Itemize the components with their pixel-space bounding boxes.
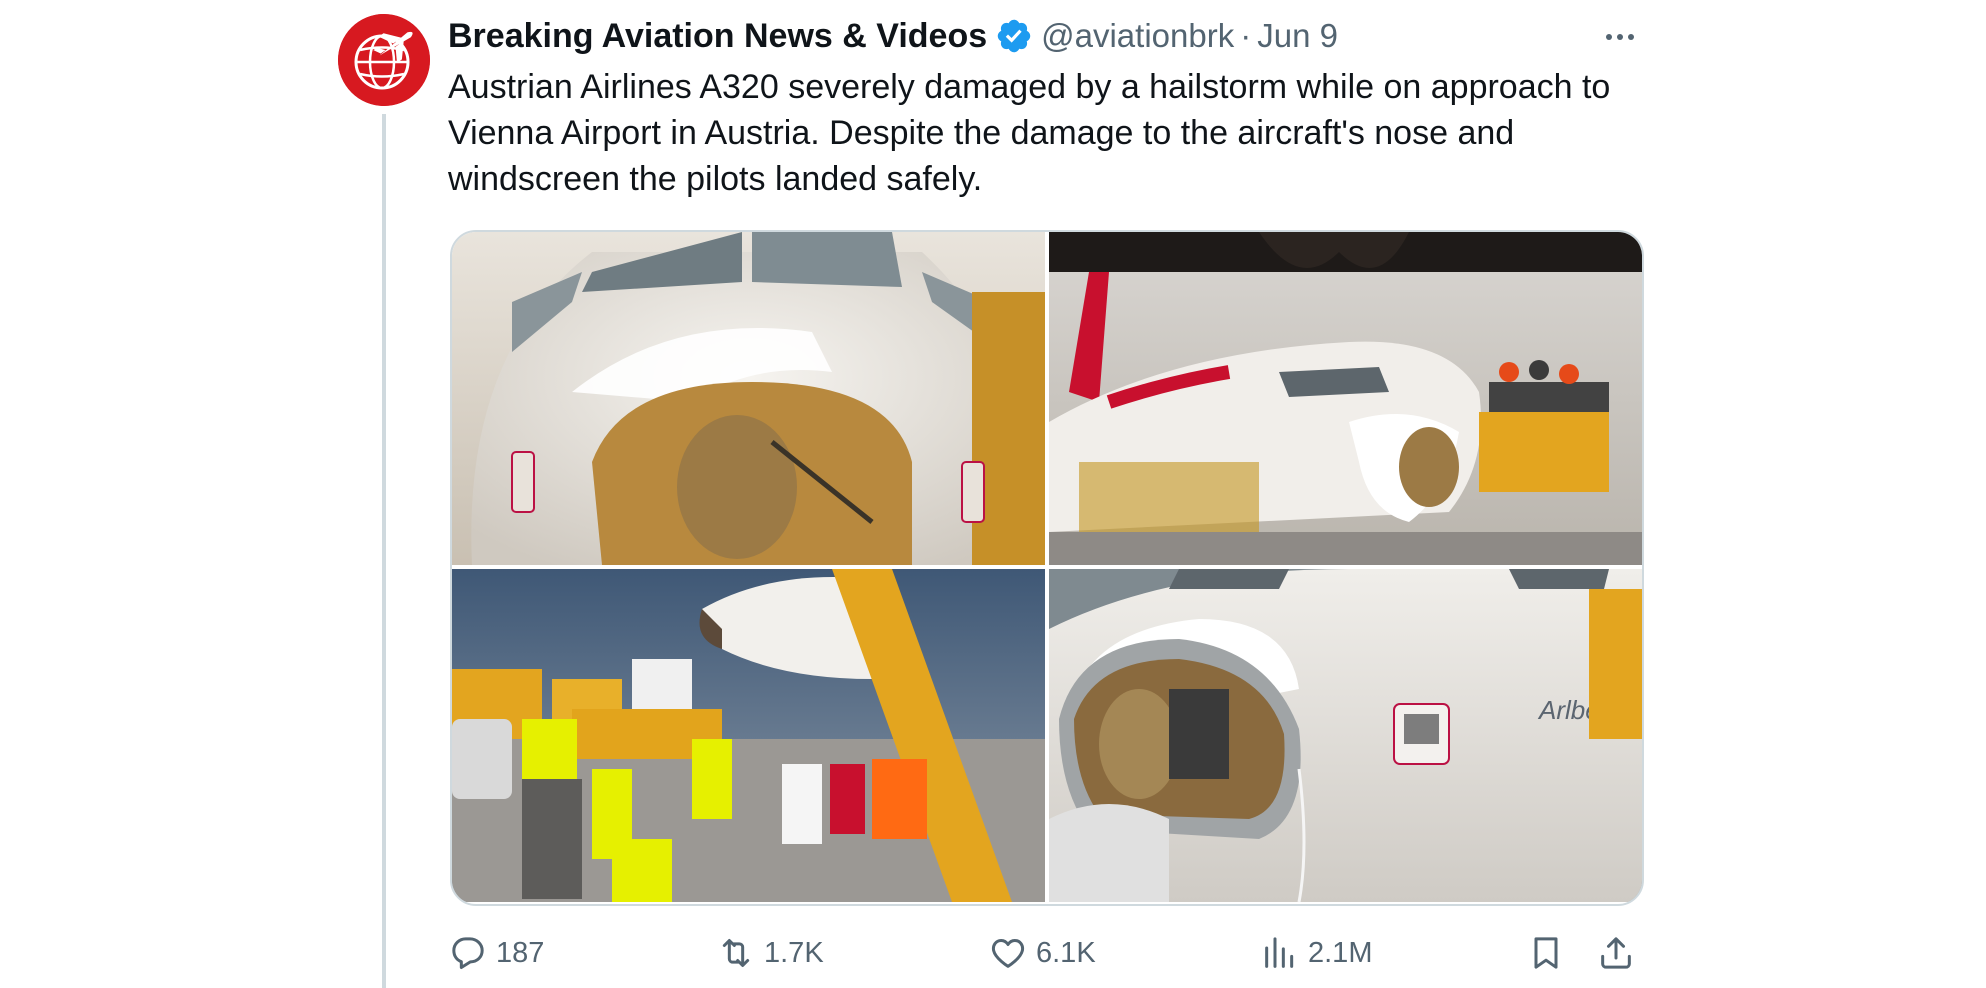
views-count: 2.1M xyxy=(1308,936,1373,969)
verified-badge-icon[interactable] xyxy=(995,17,1033,55)
share-icon xyxy=(1601,937,1631,969)
views-chart-icon xyxy=(1265,937,1294,968)
share-button[interactable] xyxy=(1596,928,1636,978)
reply-icon xyxy=(452,937,484,969)
author-handle[interactable]: @aviationbrk xyxy=(1041,17,1234,55)
bookmark-icon xyxy=(1534,937,1558,969)
display-name[interactable]: Breaking Aviation News & Videos xyxy=(448,17,987,56)
reply-button[interactable]: 187 xyxy=(448,928,544,978)
tweet-date[interactable]: Jun 9 xyxy=(1257,17,1338,55)
bookmark-button[interactable] xyxy=(1526,928,1566,978)
repost-icon xyxy=(722,939,750,967)
tweet-header: Breaking Aviation News & Videos @aviatio… xyxy=(448,10,1338,62)
separator-dot: · xyxy=(1240,17,1252,54)
avatar[interactable] xyxy=(338,14,430,106)
like-count: 6.1K xyxy=(1036,936,1096,969)
tweet: Breaking Aviation News & Videos @aviatio… xyxy=(0,0,1986,988)
reply-count: 187 xyxy=(496,936,545,969)
repost-count: 1.7K xyxy=(764,936,824,969)
action-bar: 187 1.7K 6.1K 2.1M xyxy=(448,928,1648,978)
ground-crew-stairs-photo[interactable] xyxy=(452,569,1045,902)
heart-icon xyxy=(991,939,1025,968)
more-options-button[interactable] xyxy=(1596,18,1644,56)
more-dot-icon xyxy=(1628,34,1634,40)
media-grid: Arlber xyxy=(450,230,1644,906)
more-dot-icon xyxy=(1617,34,1623,40)
globe-plane-logo-icon xyxy=(338,14,430,106)
tweet-text: Austrian Airlines A320 severely damaged … xyxy=(448,68,1611,198)
more-dot-icon xyxy=(1606,34,1612,40)
thread-line xyxy=(382,114,386,988)
repost-button[interactable]: 1.7K xyxy=(716,928,824,978)
damaged-nose-closeup-photo[interactable] xyxy=(452,232,1045,565)
nose-cone-side-photo[interactable]: Arlber xyxy=(1049,569,1642,902)
like-button[interactable]: 6.1K xyxy=(988,928,1096,978)
aircraft-at-gate-photo[interactable] xyxy=(1049,232,1642,565)
views-button[interactable]: 2.1M xyxy=(1260,928,1372,978)
